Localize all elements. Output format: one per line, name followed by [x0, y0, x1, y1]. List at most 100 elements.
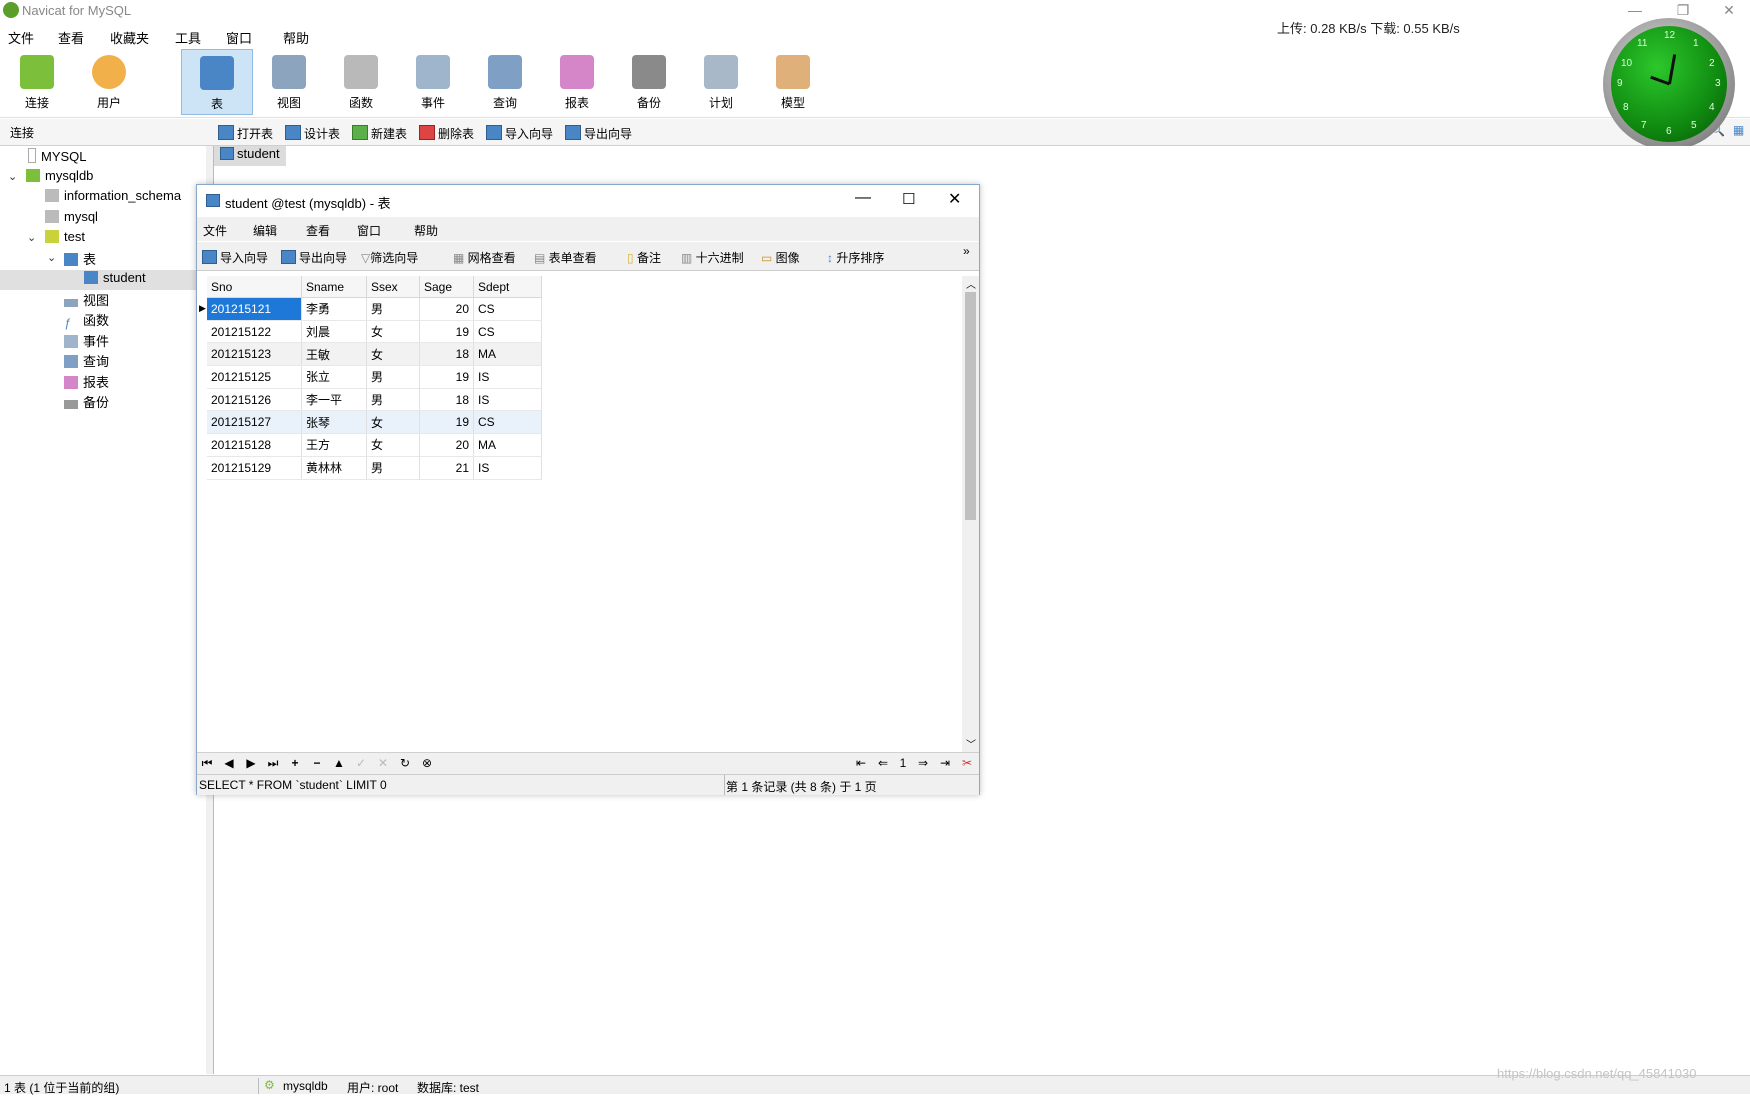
tree-item-information-schema[interactable]: information_schema	[45, 188, 181, 208]
toolbar-view-button[interactable]: 视图	[254, 49, 324, 115]
cell-sno[interactable]: 201215129	[207, 456, 302, 480]
cell-sno[interactable]: 201215121	[207, 297, 302, 321]
cell-sdept[interactable]: IS	[473, 365, 542, 389]
open-table-button[interactable]: 打开表	[218, 125, 273, 142]
cell-sdept[interactable]: IS	[473, 388, 542, 412]
scroll-thumb[interactable]	[965, 292, 976, 520]
tree-item-queries[interactable]: 查询	[64, 351, 109, 371]
last-page-icon[interactable]: ⇥	[937, 756, 953, 770]
tree-item-functions[interactable]: ƒ 函数	[64, 310, 109, 330]
cell-sno[interactable]: 201215123	[207, 342, 302, 367]
up-icon[interactable]: ▲	[331, 756, 347, 770]
form-view-button[interactable]: ▤ 表单查看	[534, 249, 597, 266]
window-maximize-icon[interactable]: ☐	[902, 190, 915, 208]
apply-icon[interactable]: ✓	[353, 756, 369, 770]
column-header-sdept[interactable]: Sdept	[473, 276, 542, 298]
cell-sage[interactable]: 18	[419, 388, 474, 412]
object-item-student[interactable]: student	[214, 146, 286, 166]
table-row[interactable]: 201215123 王敏 女 18 MA	[207, 342, 542, 367]
cell-sno[interactable]: 201215127	[207, 410, 302, 435]
hex-button[interactable]: ▥ 十六进制	[681, 249, 744, 266]
toolbar-query-button[interactable]: 查询	[470, 49, 540, 115]
export-wizard-button[interactable]: 导出向导	[565, 125, 632, 142]
table-row[interactable]: 201215127 张琴 女 19 CS	[207, 410, 542, 435]
next-page-icon[interactable]: ⇒	[915, 756, 931, 770]
cell-ssex[interactable]: 男	[366, 365, 420, 389]
window-menu-file[interactable]: 文件	[203, 222, 227, 239]
toolbar-user-button[interactable]: 用户	[74, 49, 144, 115]
window-close-icon[interactable]: ✕	[948, 189, 961, 209]
tree-item-views[interactable]: 视图	[64, 290, 109, 310]
cell-sno[interactable]: 201215122	[207, 320, 302, 344]
table-row[interactable]: 201215126 李一平 男 18 IS	[207, 388, 542, 412]
toolbar-event-button[interactable]: 事件	[398, 49, 468, 115]
tree-item-events[interactable]: 事件	[64, 331, 109, 351]
first-record-icon[interactable]: ⏮	[199, 756, 215, 771]
menu-view[interactable]: 查看	[58, 28, 84, 47]
cell-sdept[interactable]: MA	[473, 342, 542, 367]
cell-sno[interactable]: 201215126	[207, 388, 302, 412]
menu-favorites[interactable]: 收藏夹	[110, 28, 149, 47]
cell-sdept[interactable]: MA	[473, 433, 542, 457]
cell-sname[interactable]: 张立	[301, 365, 367, 389]
memo-button[interactable]: ▯ 备注	[627, 249, 661, 266]
cell-sage[interactable]: 20	[419, 297, 474, 321]
tree-item-mysqldb[interactable]: mysqldb	[26, 168, 93, 188]
table-row[interactable]: 201215122 刘晨 女 19 CS	[207, 320, 542, 344]
cell-sdept[interactable]: IS	[473, 456, 542, 480]
next-record-icon[interactable]: ▶	[243, 756, 259, 770]
cell-sname[interactable]: 张琴	[301, 410, 367, 435]
cell-sname[interactable]: 李勇	[301, 297, 367, 321]
cell-sdept[interactable]: CS	[473, 320, 542, 344]
design-table-button[interactable]: 设计表	[285, 125, 340, 142]
window-menu-edit[interactable]: 编辑	[253, 222, 277, 239]
layout-icon[interactable]: ▦	[1733, 123, 1744, 137]
cell-sname[interactable]: 王方	[301, 433, 367, 457]
column-header-sage[interactable]: Sage	[419, 276, 474, 298]
settings-tools-icon[interactable]: ✂	[959, 756, 975, 770]
delete-record-icon[interactable]: −	[309, 756, 325, 770]
tree-item-tables[interactable]: 表	[64, 249, 96, 269]
menu-tools[interactable]: 工具	[175, 28, 201, 47]
cell-sage[interactable]: 19	[419, 410, 474, 435]
cell-sno[interactable]: 201215128	[207, 433, 302, 457]
filter-wizard-button[interactable]: ▽筛选向导	[361, 249, 418, 266]
import-wizard-button[interactable]: 导入向导	[486, 125, 553, 142]
toolbar-model-button[interactable]: 模型	[758, 49, 828, 115]
table-row[interactable]: 201215125 张立 男 19 IS	[207, 365, 542, 389]
scroll-up-icon[interactable]: ︿	[966, 276, 976, 291]
toolbar-report-button[interactable]: 报表	[542, 49, 612, 115]
toolbar-backup-button[interactable]: 备份	[614, 49, 684, 115]
minimize-icon[interactable]: —	[1612, 0, 1658, 22]
import-wizard-button[interactable]: 导入向导	[202, 249, 268, 266]
discard-icon[interactable]: ✕	[375, 756, 391, 770]
new-table-button[interactable]: 新建表	[352, 125, 407, 142]
cell-ssex[interactable]: 男	[366, 456, 420, 480]
tree-item-mysql-db[interactable]: mysql	[45, 209, 98, 229]
cell-ssex[interactable]: 男	[366, 297, 420, 321]
stop-icon[interactable]: ⊗	[419, 756, 435, 770]
cell-sdept[interactable]: CS	[473, 297, 542, 321]
chevron-down-icon[interactable]: ⌄	[27, 231, 36, 244]
menu-file[interactable]: 文件	[8, 28, 34, 47]
cell-sname[interactable]: 王敏	[301, 342, 367, 367]
toolbar-table-button[interactable]: 表	[181, 49, 253, 115]
cell-sdept[interactable]: CS	[473, 410, 542, 435]
page-number-input[interactable]: 1	[894, 756, 912, 770]
export-wizard-button[interactable]: 导出向导	[281, 249, 347, 266]
window-minimize-icon[interactable]: —	[855, 189, 871, 207]
chevron-down-icon[interactable]: ⌄	[8, 170, 17, 183]
table-row[interactable]: 201215129 黄林林 男 21 IS	[207, 456, 542, 480]
cell-sno[interactable]: 201215125	[207, 365, 302, 389]
cell-sage[interactable]: 20	[419, 433, 474, 457]
refresh-icon[interactable]: ↻	[397, 756, 413, 770]
tree-item-backups[interactable]: 备份	[64, 392, 109, 412]
scroll-down-icon[interactable]: ﹀	[966, 736, 976, 751]
tree-item-reports[interactable]: 报表	[64, 372, 109, 392]
cell-ssex[interactable]: 男	[366, 388, 420, 412]
cell-ssex[interactable]: 女	[366, 320, 420, 344]
prev-record-icon[interactable]: ◀	[221, 756, 237, 770]
image-button[interactable]: ▭ 图像	[761, 249, 800, 266]
menu-window[interactable]: 窗口	[226, 28, 252, 47]
window-menu-view[interactable]: 查看	[306, 222, 330, 239]
